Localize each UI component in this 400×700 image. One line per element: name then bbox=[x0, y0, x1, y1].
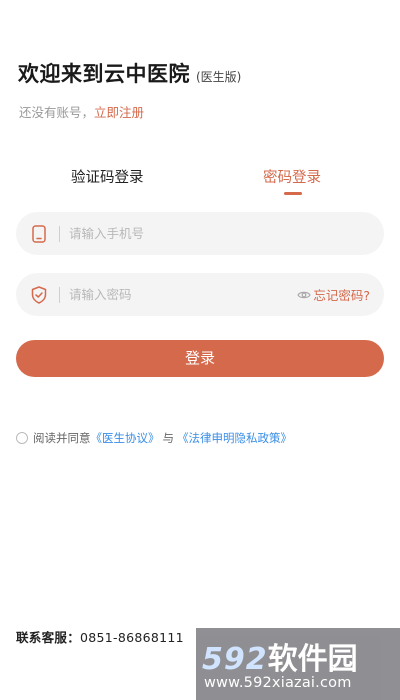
shield-icon bbox=[29, 285, 49, 305]
watermark-logo-text: 软件园 bbox=[267, 642, 358, 677]
agreement-row: 阅读并同意 《医生协议》 与 《法律申明隐私政策》 bbox=[16, 430, 292, 446]
agreement-prefix: 阅读并同意 bbox=[33, 431, 91, 445]
eye-icon[interactable] bbox=[297, 288, 312, 302]
agreement-and-text: 与 bbox=[162, 431, 175, 445]
hotline-label: 联系客服： bbox=[16, 630, 81, 645]
page-title: 欢迎来到云中医院 bbox=[18, 62, 190, 86]
tab-password-login[interactable]: 密码登录 bbox=[263, 166, 321, 187]
doctor-edition-tag: (医生版) bbox=[196, 70, 242, 84]
field-divider bbox=[59, 286, 60, 303]
phone-input[interactable] bbox=[69, 218, 384, 249]
phone-field bbox=[16, 212, 384, 255]
site-watermark: 592软件园 www.592xiazai.com bbox=[196, 628, 400, 700]
password-field: 忘记密码? bbox=[16, 273, 384, 316]
phone-icon bbox=[29, 224, 49, 244]
register-link[interactable]: 立即注册 bbox=[94, 105, 144, 120]
active-tab-indicator bbox=[284, 192, 302, 195]
privacy-policy-link[interactable]: 《法律申明隐私政策》 bbox=[177, 430, 292, 446]
forgot-password-link[interactable]: 忘记密码? bbox=[297, 285, 370, 304]
password-input[interactable] bbox=[69, 279, 298, 310]
field-divider bbox=[59, 225, 60, 242]
doctor-agreement-link[interactable]: 《医生协议》 bbox=[91, 430, 160, 446]
register-prompt: 还没有账号，立即注册 bbox=[19, 102, 144, 121]
agreement-checkbox[interactable] bbox=[16, 432, 28, 444]
forgot-password-label[interactable]: 忘记密码? bbox=[313, 285, 370, 304]
login-page: 欢迎来到云中医院 (医生版) 还没有账号，立即注册 验证码登录 密码登录 请输入… bbox=[0, 0, 400, 700]
register-prompt-text: 还没有账号， bbox=[19, 105, 95, 120]
watermark-logo-number: 592 bbox=[202, 642, 268, 677]
tab-sms-code-login[interactable]: 验证码登录 bbox=[71, 166, 144, 187]
hotline-number[interactable]: 0851-86868111 bbox=[80, 630, 184, 645]
watermark-logo: 592软件园 bbox=[202, 634, 358, 678]
login-button[interactable]: 登录 bbox=[16, 340, 384, 377]
customer-service-hotline: 联系客服：0851-86868111 bbox=[16, 627, 184, 646]
watermark-url: www.592xiazai.com bbox=[204, 675, 352, 691]
login-tabs: 验证码登录 密码登录 bbox=[0, 166, 400, 196]
page-title-row: 欢迎来到云中医院 (医生版) bbox=[18, 58, 241, 88]
